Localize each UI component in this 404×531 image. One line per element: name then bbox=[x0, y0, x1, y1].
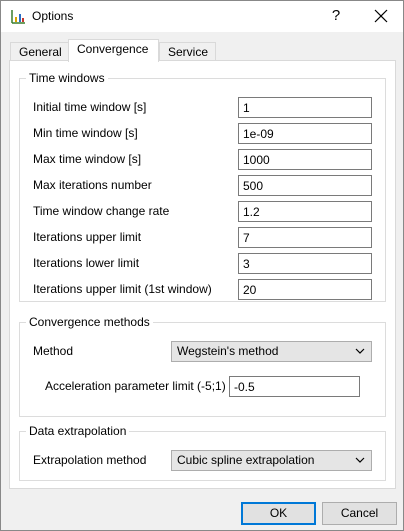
time-windows-group: Time windows Initial time window [s] Min… bbox=[19, 71, 386, 302]
ok-button[interactable]: OK bbox=[241, 502, 316, 525]
data-extrapolation-title: Data extrapolation bbox=[26, 424, 130, 438]
data-extrapolation-group: Data extrapolation Extrapolation method … bbox=[19, 424, 386, 481]
iterations-upper-limit-row: Iterations upper limit bbox=[20, 227, 385, 248]
close-icon bbox=[374, 9, 388, 23]
initial-time-window-input[interactable] bbox=[238, 97, 372, 118]
tab-convergence[interactable]: Convergence bbox=[68, 39, 159, 62]
iterations-lower-limit-input[interactable] bbox=[238, 253, 372, 274]
min-time-window-row: Min time window [s] bbox=[20, 123, 385, 144]
options-dialog: Options ? General Convergence Service Ti… bbox=[0, 0, 404, 531]
change-rate-label: Time window change rate bbox=[33, 204, 170, 218]
chevron-down-icon bbox=[355, 457, 365, 463]
iterations-lower-limit-label: Iterations lower limit bbox=[33, 256, 140, 270]
time-windows-title: Time windows bbox=[26, 71, 108, 85]
acceleration-label: Acceleration parameter limit (-5;1) bbox=[45, 379, 226, 393]
dialog-footer: OK Cancel bbox=[1, 490, 403, 530]
iterations-upper-limit-first-input[interactable] bbox=[238, 279, 372, 300]
acceleration-input[interactable] bbox=[229, 376, 360, 397]
extrapolation-method-row: Extrapolation method Cubic spline extrap… bbox=[20, 450, 385, 471]
method-label: Method bbox=[33, 344, 74, 358]
tab-service[interactable]: Service bbox=[159, 42, 216, 62]
iterations-upper-limit-label: Iterations upper limit bbox=[33, 230, 142, 244]
iterations-upper-limit-first-label: Iterations upper limit (1st window) bbox=[33, 282, 212, 296]
acceleration-row: Acceleration parameter limit (-5;1) bbox=[20, 376, 385, 397]
max-time-window-input[interactable] bbox=[238, 149, 372, 170]
max-time-window-row: Max time window [s] bbox=[20, 149, 385, 170]
convergence-tab-panel: Time windows Initial time window [s] Min… bbox=[9, 60, 396, 489]
initial-time-window-row: Initial time window [s] bbox=[20, 97, 385, 118]
title-bar: Options ? bbox=[1, 1, 403, 32]
tab-general[interactable]: General bbox=[10, 42, 69, 62]
window-title: Options bbox=[32, 9, 74, 23]
extrapolation-method-value: Cubic spline extrapolation bbox=[177, 453, 315, 467]
app-chart-icon bbox=[10, 9, 26, 25]
close-button[interactable] bbox=[363, 2, 399, 30]
convergence-methods-title: Convergence methods bbox=[26, 315, 153, 329]
max-iterations-label: Max iterations number bbox=[33, 178, 152, 192]
method-select[interactable]: Wegstein's method bbox=[171, 341, 372, 362]
method-select-value: Wegstein's method bbox=[177, 344, 279, 358]
extrapolation-method-label: Extrapolation method bbox=[33, 453, 147, 467]
extrapolation-method-select[interactable]: Cubic spline extrapolation bbox=[171, 450, 372, 471]
max-iterations-row: Max iterations number bbox=[20, 175, 385, 196]
chevron-down-icon bbox=[355, 348, 365, 354]
iterations-upper-limit-first-row: Iterations upper limit (1st window) bbox=[20, 279, 385, 300]
help-button[interactable]: ? bbox=[323, 4, 349, 28]
method-row: Method Wegstein's method bbox=[20, 341, 385, 362]
change-rate-row: Time window change rate bbox=[20, 201, 385, 222]
iterations-upper-limit-input[interactable] bbox=[238, 227, 372, 248]
max-time-window-label: Max time window [s] bbox=[33, 152, 142, 166]
change-rate-input[interactable] bbox=[238, 201, 372, 222]
cancel-button[interactable]: Cancel bbox=[322, 502, 397, 525]
min-time-window-label: Min time window [s] bbox=[33, 126, 138, 140]
max-iterations-input[interactable] bbox=[238, 175, 372, 196]
initial-time-window-label: Initial time window [s] bbox=[33, 100, 147, 114]
iterations-lower-limit-row: Iterations lower limit bbox=[20, 253, 385, 274]
min-time-window-input[interactable] bbox=[238, 123, 372, 144]
help-icon: ? bbox=[331, 7, 341, 24]
convergence-methods-group: Convergence methods Method Wegstein's me… bbox=[19, 315, 386, 417]
